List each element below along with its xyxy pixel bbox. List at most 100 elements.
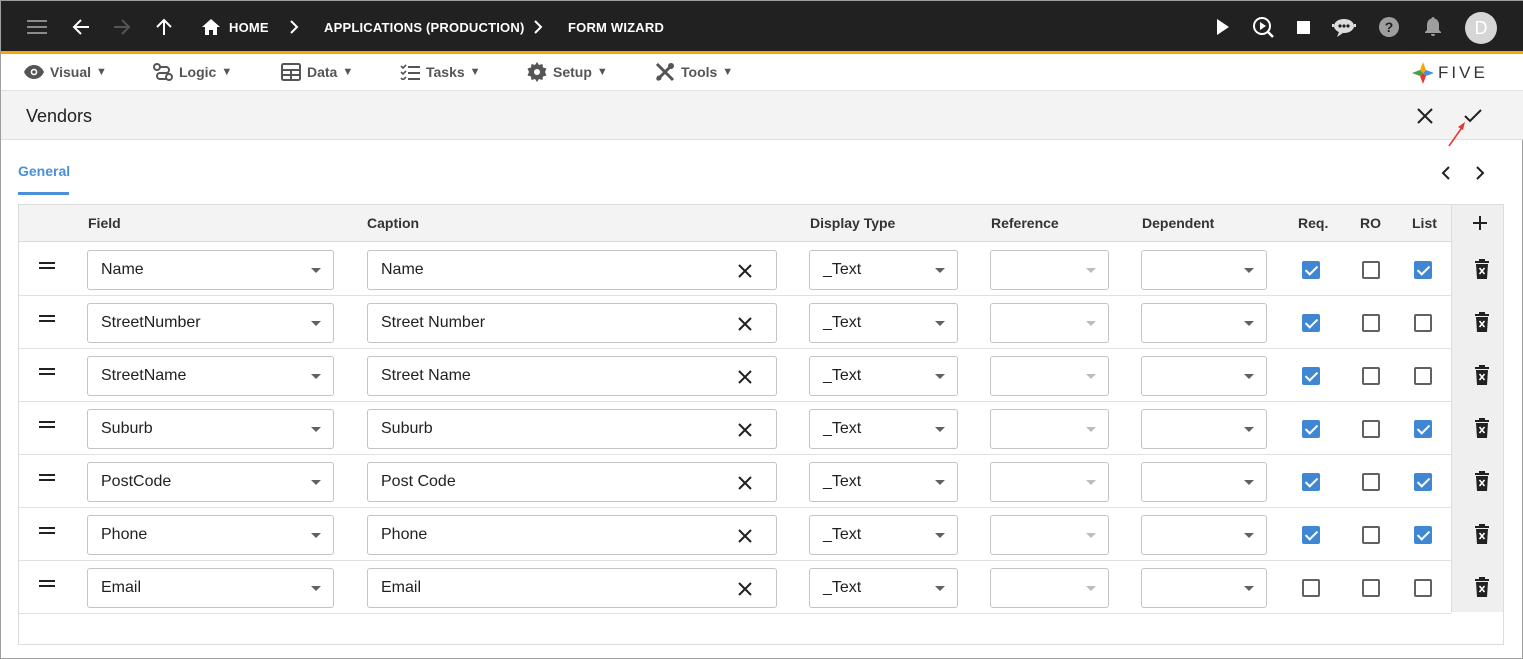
ro-checkbox[interactable] bbox=[1362, 473, 1380, 491]
next-page-button[interactable] bbox=[1468, 161, 1492, 185]
breadcrumb-applications[interactable]: APPLICATIONS (PRODUCTION) bbox=[324, 20, 524, 35]
list-checkbox[interactable] bbox=[1414, 314, 1432, 332]
clear-icon[interactable] bbox=[736, 315, 754, 333]
list-checkbox[interactable] bbox=[1414, 579, 1432, 597]
previous-page-button[interactable] bbox=[1434, 161, 1458, 185]
delete-row-button[interactable] bbox=[1474, 577, 1490, 597]
play-icon[interactable] bbox=[1209, 13, 1237, 41]
menu-visual[interactable]: Visual ▼ bbox=[24, 62, 107, 82]
dependent-select[interactable] bbox=[1141, 515, 1267, 555]
clear-icon[interactable] bbox=[736, 474, 754, 492]
req-checkbox[interactable] bbox=[1302, 579, 1320, 597]
caption-input[interactable]: Suburb bbox=[367, 409, 777, 449]
tab-general[interactable]: General bbox=[18, 163, 70, 179]
caption-input[interactable]: Street Number bbox=[367, 303, 777, 343]
drag-handle-icon[interactable] bbox=[39, 578, 55, 588]
run-debug-icon[interactable] bbox=[1249, 13, 1277, 41]
up-arrow-icon[interactable] bbox=[150, 13, 178, 41]
display-type-select[interactable]: _Text bbox=[809, 250, 958, 290]
caption-input[interactable]: Post Code bbox=[367, 462, 777, 502]
list-checkbox[interactable] bbox=[1414, 526, 1432, 544]
field-select[interactable]: StreetName bbox=[87, 356, 334, 396]
req-checkbox[interactable] bbox=[1302, 420, 1320, 438]
clear-icon[interactable] bbox=[736, 421, 754, 439]
clear-icon[interactable] bbox=[736, 580, 754, 598]
dependent-select[interactable] bbox=[1141, 250, 1267, 290]
dependent-select[interactable] bbox=[1141, 568, 1267, 608]
delete-row-button[interactable] bbox=[1474, 418, 1490, 438]
delete-row-button[interactable] bbox=[1474, 259, 1490, 279]
req-checkbox[interactable] bbox=[1302, 473, 1320, 491]
ro-checkbox[interactable] bbox=[1362, 420, 1380, 438]
cancel-button[interactable] bbox=[1412, 103, 1438, 129]
drag-handle-icon[interactable] bbox=[39, 366, 55, 376]
task-list-icon bbox=[400, 64, 420, 80]
field-select[interactable]: Email bbox=[87, 568, 334, 608]
dependent-select[interactable] bbox=[1141, 303, 1267, 343]
delete-row-button[interactable] bbox=[1474, 365, 1490, 385]
menu-data[interactable]: Data ▼ bbox=[281, 62, 353, 82]
delete-row-button[interactable] bbox=[1474, 524, 1490, 544]
list-checkbox[interactable] bbox=[1414, 420, 1432, 438]
add-row-button[interactable] bbox=[1471, 214, 1489, 232]
display-type-select[interactable]: _Text bbox=[809, 515, 958, 555]
ro-checkbox[interactable] bbox=[1362, 314, 1380, 332]
home-icon[interactable] bbox=[197, 13, 225, 41]
caption-input[interactable]: Name bbox=[367, 250, 777, 290]
dependent-select[interactable] bbox=[1141, 409, 1267, 449]
list-checkbox[interactable] bbox=[1414, 261, 1432, 279]
req-checkbox[interactable] bbox=[1302, 314, 1320, 332]
menu-tasks[interactable]: Tasks ▼ bbox=[400, 62, 481, 82]
dependent-select[interactable] bbox=[1141, 462, 1267, 502]
display-type-value: _Text bbox=[823, 526, 862, 543]
help-icon[interactable]: ? bbox=[1375, 13, 1403, 41]
caption-input[interactable]: Street Name bbox=[367, 356, 777, 396]
dependent-select[interactable] bbox=[1141, 356, 1267, 396]
field-select[interactable]: PostCode bbox=[87, 462, 334, 502]
drag-handle-icon[interactable] bbox=[39, 260, 55, 270]
menu-tools[interactable]: Tools ▼ bbox=[655, 62, 733, 82]
ro-checkbox[interactable] bbox=[1362, 526, 1380, 544]
notifications-bell-icon[interactable] bbox=[1419, 13, 1447, 41]
clear-icon[interactable] bbox=[736, 262, 754, 280]
caption-input[interactable]: Phone bbox=[367, 515, 777, 555]
field-select[interactable]: Phone bbox=[87, 515, 334, 555]
caption-input-value: Post Code bbox=[381, 473, 456, 490]
display-type-select[interactable]: _Text bbox=[809, 568, 958, 608]
menu-logic[interactable]: Logic ▼ bbox=[153, 62, 232, 82]
dropdown-arrow-icon bbox=[1086, 480, 1096, 485]
caption-input[interactable]: Email bbox=[367, 568, 777, 608]
drag-handle-icon[interactable] bbox=[39, 472, 55, 482]
drag-handle-icon[interactable] bbox=[39, 313, 55, 323]
display-type-select[interactable]: _Text bbox=[809, 303, 958, 343]
reference-select bbox=[990, 303, 1109, 343]
req-checkbox[interactable] bbox=[1302, 526, 1320, 544]
ro-checkbox[interactable] bbox=[1362, 579, 1380, 597]
back-arrow-icon[interactable] bbox=[67, 13, 95, 41]
svg-text:?: ? bbox=[1385, 19, 1394, 35]
drag-handle-icon[interactable] bbox=[39, 525, 55, 535]
stop-icon[interactable] bbox=[1289, 13, 1317, 41]
display-type-select[interactable]: _Text bbox=[809, 409, 958, 449]
drag-handle-icon[interactable] bbox=[39, 419, 55, 429]
display-type-select[interactable]: _Text bbox=[809, 462, 958, 502]
req-checkbox[interactable] bbox=[1302, 367, 1320, 385]
display-type-select[interactable]: _Text bbox=[809, 356, 958, 396]
user-avatar[interactable]: D bbox=[1465, 12, 1497, 44]
menu-setup[interactable]: Setup ▼ bbox=[527, 62, 608, 82]
clear-icon[interactable] bbox=[736, 368, 754, 386]
clear-icon[interactable] bbox=[736, 527, 754, 545]
hamburger-menu-icon[interactable] bbox=[23, 13, 51, 41]
delete-row-button[interactable] bbox=[1474, 312, 1490, 332]
chat-bot-icon[interactable] bbox=[1330, 13, 1358, 41]
breadcrumb-home[interactable]: HOME bbox=[229, 20, 269, 35]
delete-row-button[interactable] bbox=[1474, 471, 1490, 491]
req-checkbox[interactable] bbox=[1302, 261, 1320, 279]
list-checkbox[interactable] bbox=[1414, 367, 1432, 385]
field-select[interactable]: Name bbox=[87, 250, 334, 290]
ro-checkbox[interactable] bbox=[1362, 367, 1380, 385]
field-select[interactable]: StreetNumber bbox=[87, 303, 334, 343]
list-checkbox[interactable] bbox=[1414, 473, 1432, 491]
ro-checkbox[interactable] bbox=[1362, 261, 1380, 279]
field-select[interactable]: Suburb bbox=[87, 409, 334, 449]
